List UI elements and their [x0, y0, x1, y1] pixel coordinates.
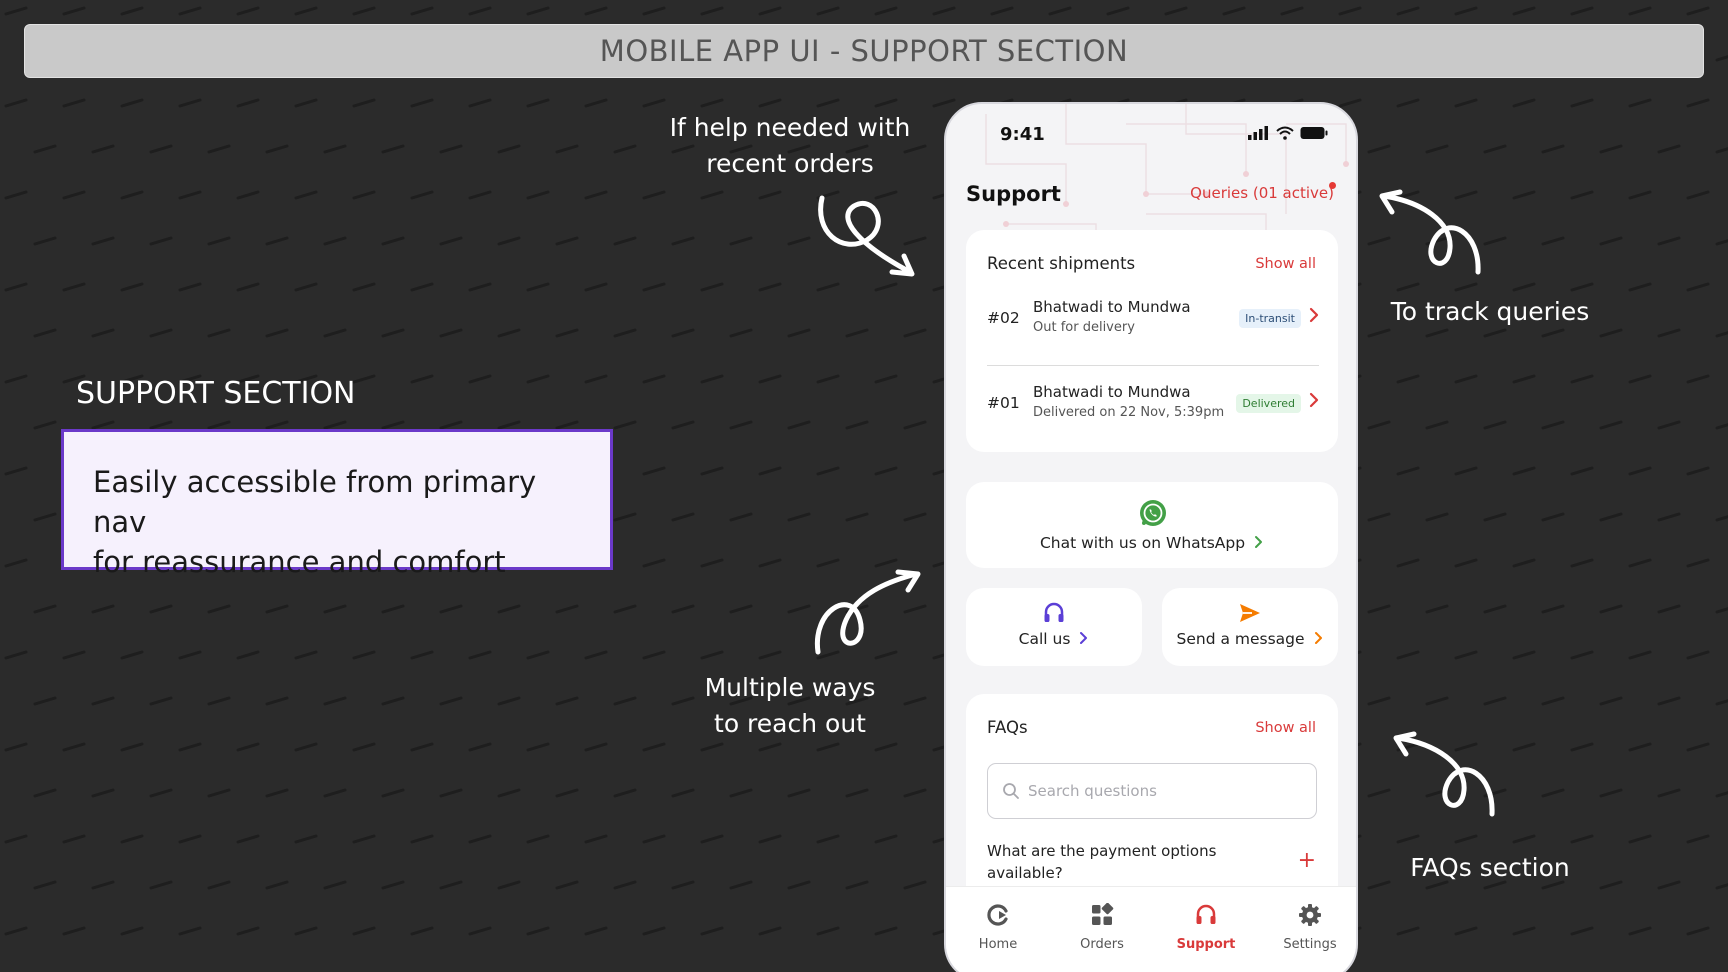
whatsapp-icon	[1140, 500, 1166, 526]
title-banner: MOBILE APP UI - SUPPORT SECTION	[24, 24, 1704, 78]
nav-item-home[interactable]: Home	[958, 903, 1038, 952]
annotation-recent-orders: If help needed with recent orders	[640, 110, 940, 182]
description-box: Easily accessible from primary nav for r…	[61, 429, 613, 579]
shipment-route: Bhatwadi to Mundwa	[1033, 298, 1191, 316]
send-message-button[interactable]: Send a message	[1162, 588, 1338, 666]
shipment-row[interactable]: #01 Bhatwadi to Mundwa Delivered on 22 N…	[987, 377, 1319, 437]
call-us-label: Call us	[966, 630, 1142, 648]
nav-label: Support	[1176, 937, 1236, 952]
nav-label: Settings	[1283, 937, 1337, 952]
curly-arrow-icon	[814, 569, 921, 655]
chevron-right-icon	[1309, 307, 1319, 323]
banner-title: MOBILE APP UI - SUPPORT SECTION	[599, 34, 1129, 68]
expand-plus-icon[interactable]: +	[1298, 848, 1316, 873]
divider	[987, 365, 1319, 366]
shipment-number: #02	[987, 309, 1020, 327]
shipment-route: Bhatwadi to Mundwa	[1033, 383, 1191, 401]
curly-arrow-icon	[1393, 731, 1495, 817]
faqs-heading: FAQs	[987, 718, 1028, 737]
whatsapp-label: Chat with us on WhatsApp	[966, 534, 1338, 552]
signal-icon	[1248, 126, 1268, 140]
curly-arrow-icon	[818, 195, 915, 277]
phone-mockup: 9:41 Support Queries (01 active) Recent …	[944, 102, 1358, 972]
screen-title: Support	[966, 182, 1061, 206]
queries-link[interactable]: Queries (01 active)	[1190, 184, 1334, 202]
shipments-show-all-link[interactable]: Show all	[1255, 256, 1316, 272]
nav-item-support[interactable]: Support	[1166, 903, 1246, 952]
status-badge: Delivered	[1236, 394, 1301, 413]
send-icon	[1240, 604, 1260, 622]
notification-dot	[1329, 182, 1336, 189]
status-badge: In-transit	[1239, 309, 1301, 328]
annotation-reach-out-line-1: Multiple ways	[704, 673, 876, 702]
chevron-right-icon	[1309, 392, 1319, 408]
chevron-right-icon	[1080, 632, 1088, 644]
status-time: 9:41	[1000, 124, 1045, 145]
faq-question-line-2: available?	[987, 864, 1063, 882]
faq-question-line-1: What are the payment options	[987, 842, 1217, 860]
headset-icon	[1044, 602, 1064, 622]
recent-shipments-card: Recent shipments Show all #02 Bhatwadi t…	[966, 230, 1338, 452]
shipment-status-text: Delivered on 22 Nov, 5:39pm	[1033, 405, 1225, 420]
chevron-right-icon	[1314, 632, 1322, 644]
send-message-label-text: Send a message	[1176, 630, 1305, 648]
settings-icon	[1299, 904, 1321, 926]
description-line-2: for reassurance and comfort	[93, 545, 506, 579]
send-message-label: Send a message	[1162, 630, 1338, 648]
nav-item-orders[interactable]: Orders	[1062, 903, 1142, 952]
wifi-icon	[1276, 126, 1294, 140]
home-icon	[987, 904, 1008, 926]
nav-label: Orders	[1080, 937, 1124, 952]
annotation-reach-out: Multiple ways to reach out	[660, 670, 920, 742]
faqs-card: FAQs Show all What are the payment optio…	[966, 694, 1338, 914]
search-icon	[1003, 783, 1019, 799]
call-us-button[interactable]: Call us	[966, 588, 1142, 666]
call-us-label-text: Call us	[1018, 630, 1071, 648]
faq-search-input[interactable]	[1028, 778, 1298, 804]
shipment-status-text: Out for delivery	[1033, 320, 1135, 335]
chevron-right-icon	[1255, 536, 1263, 548]
annotation-faqs: FAQs section	[1410, 853, 1570, 882]
section-heading: SUPPORT SECTION	[76, 376, 356, 411]
shipment-row[interactable]: #02 Bhatwadi to Mundwa Out for delivery …	[987, 292, 1319, 352]
annotation-recent-orders-line-2: recent orders	[706, 149, 874, 178]
faqs-show-all-link[interactable]: Show all	[1255, 720, 1316, 736]
whatsapp-chat-button[interactable]: Chat with us on WhatsApp	[966, 482, 1338, 568]
recent-shipments-heading: Recent shipments	[987, 254, 1136, 273]
orders-icon	[1092, 903, 1114, 925]
annotation-recent-orders-line-1: If help needed with	[669, 113, 911, 142]
bottom-navigation: Home Orders Support Settings	[946, 886, 1356, 972]
nav-item-settings[interactable]: Settings	[1270, 903, 1350, 952]
support-icon	[1196, 904, 1216, 924]
annotation-track-queries: To track queries	[1390, 297, 1590, 326]
status-icons	[1248, 126, 1328, 140]
annotation-reach-out-line-2: to reach out	[714, 709, 866, 738]
faq-question[interactable]: What are the payment options available?	[987, 840, 1257, 884]
whatsapp-label-text: Chat with us on WhatsApp	[1039, 534, 1246, 552]
description-line-1: Easily accessible from primary nav	[93, 465, 537, 539]
faq-search-box	[987, 763, 1317, 819]
shipment-number: #01	[987, 394, 1020, 412]
nav-label: Home	[978, 937, 1018, 952]
battery-icon	[1300, 127, 1328, 139]
curly-arrow-icon	[1379, 189, 1481, 275]
